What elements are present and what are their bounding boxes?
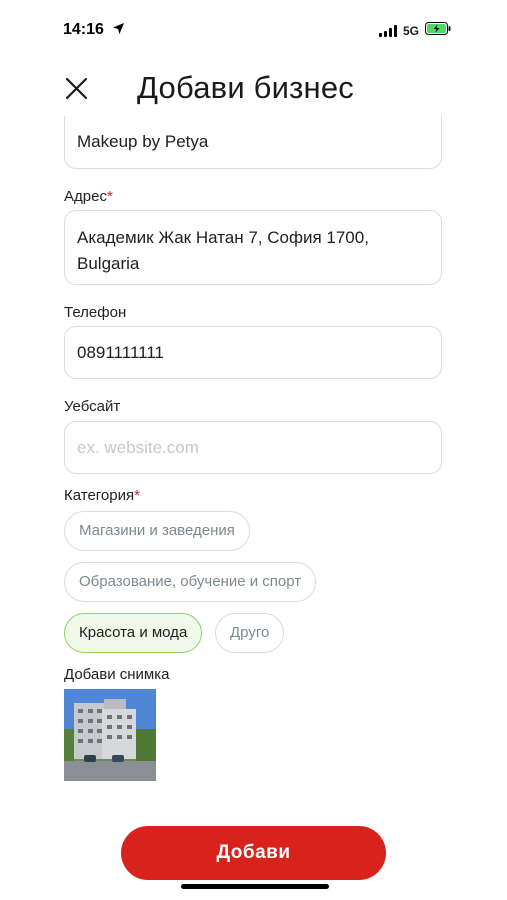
- category-label: Категория*: [64, 487, 140, 504]
- required-mark: *: [134, 487, 140, 504]
- category-chip-education[interactable]: Образование, обучение и спорт: [64, 562, 317, 602]
- category-chip-other[interactable]: Друго: [215, 613, 285, 653]
- website-label: Уебсайт: [64, 398, 121, 415]
- status-indicators: 5G: [378, 22, 451, 40]
- close-icon: [65, 77, 88, 100]
- location-arrow-icon: [112, 22, 125, 40]
- website-field[interactable]: ex. website.com: [64, 421, 442, 474]
- address-field[interactable]: Академик Жак Натан 7, София 1700, Bulgar…: [64, 210, 442, 285]
- page-title: Добави бизнес: [137, 70, 355, 105]
- phone-label: Телефон: [64, 304, 127, 321]
- home-indicator: [181, 884, 329, 889]
- address-line-1: Академик Жак Натан 7, София 1700,: [77, 228, 369, 247]
- photo-label: Добави снимка: [64, 666, 170, 683]
- address-label: Адрес*: [64, 188, 113, 205]
- address-line-2: Bulgaria: [77, 254, 140, 273]
- photo-thumbnail[interactable]: [64, 689, 156, 781]
- network-type: 5G: [402, 24, 419, 38]
- battery-charging-icon: [425, 22, 451, 40]
- category-chip-beauty[interactable]: Красота и мода: [64, 613, 203, 653]
- phone-field[interactable]: 0891111111: [64, 326, 442, 379]
- status-time: 14:16: [63, 21, 104, 38]
- business-name-field[interactable]: Makeup by Petya: [64, 116, 442, 169]
- close-button[interactable]: [62, 74, 92, 104]
- submit-button[interactable]: Добави: [121, 826, 386, 880]
- signal-icon: [378, 25, 397, 37]
- category-chip-shops[interactable]: Магазини и заведения: [64, 511, 250, 551]
- required-mark: *: [106, 188, 113, 205]
